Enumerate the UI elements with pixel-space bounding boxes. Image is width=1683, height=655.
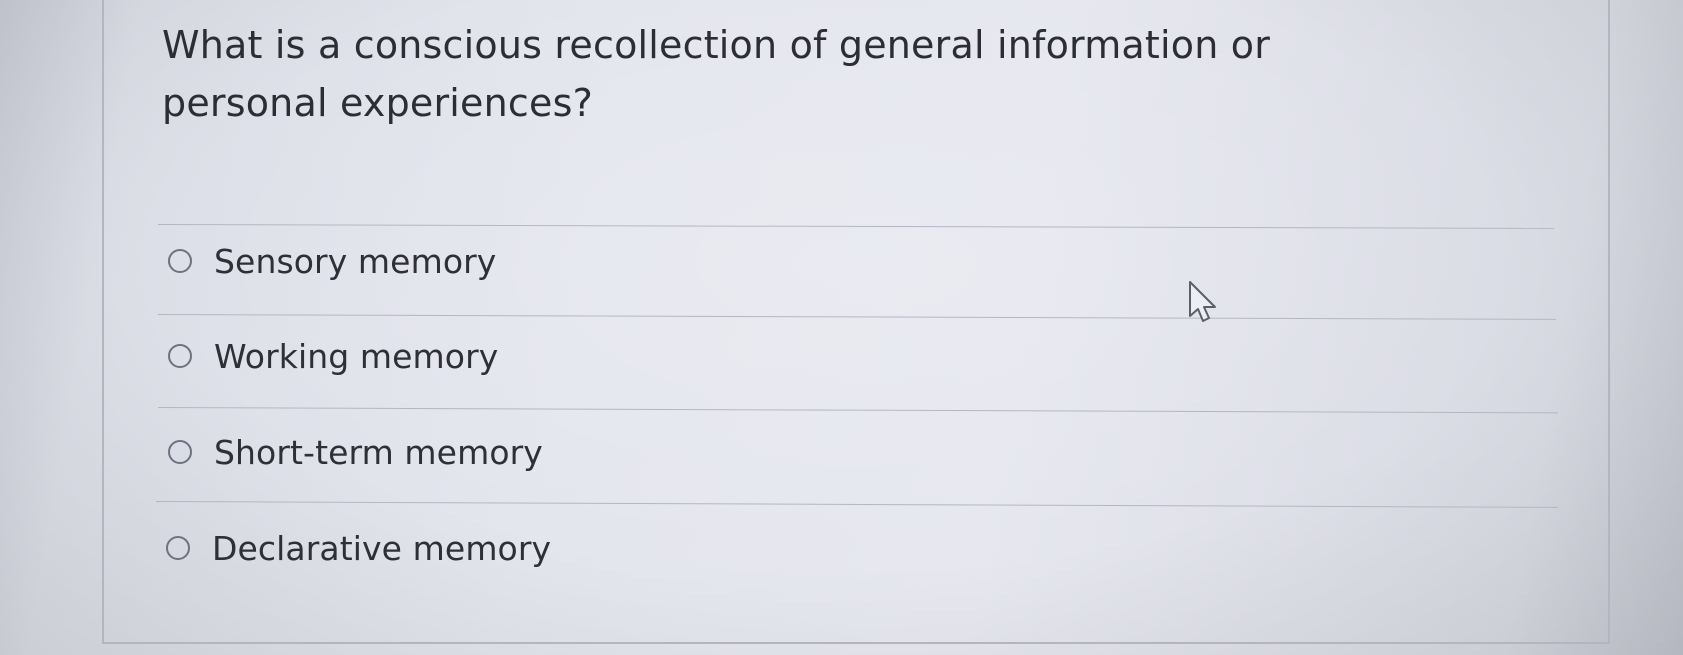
- option-sensory-memory[interactable]: Sensory memory: [168, 236, 496, 286]
- radio-button-icon[interactable]: [168, 249, 192, 273]
- option-label: Working memory: [214, 336, 499, 376]
- radio-button-icon[interactable]: [168, 344, 192, 368]
- radio-button-icon[interactable]: [166, 536, 190, 560]
- question-text: What is a conscious recollection of gene…: [162, 23, 1271, 125]
- option-short-term-memory[interactable]: Short-term memory: [168, 427, 543, 477]
- option-working-memory[interactable]: Working memory: [168, 331, 498, 381]
- radio-button-icon[interactable]: [168, 440, 192, 464]
- arrow-pointer-icon: [1189, 281, 1216, 322]
- option-label: Sensory memory: [214, 241, 497, 281]
- option-declarative-memory[interactable]: Declarative memory: [166, 523, 551, 573]
- option-label: Short-term memory: [214, 432, 543, 472]
- option-label: Declarative memory: [212, 528, 552, 568]
